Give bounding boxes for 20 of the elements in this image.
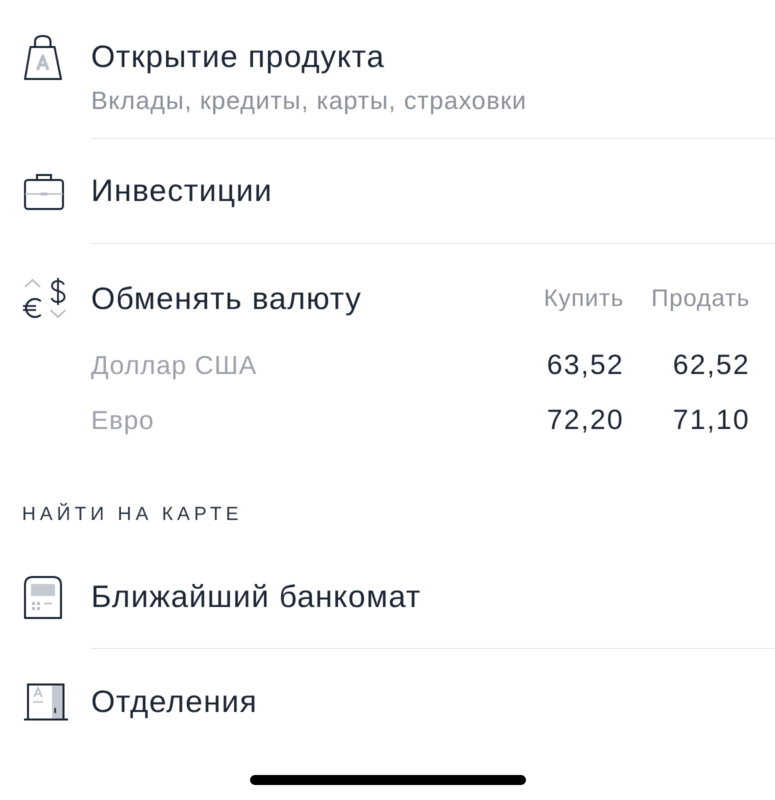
currency-name: Доллар США	[91, 350, 258, 380]
currency-name: Евро	[91, 405, 156, 435]
atm-icon	[24, 576, 62, 618]
sell-rate: 71,10	[672, 405, 750, 435]
shopping-bag-icon	[24, 34, 62, 80]
buy-rate: 63,52	[546, 350, 624, 380]
column-header: Купить	[544, 285, 624, 313]
section-header: НАЙТИ НА КАРТЕ	[22, 504, 243, 526]
menu-item-subtitle: Вклады, кредиты, карты, страховки	[91, 87, 527, 115]
briefcase-icon	[24, 172, 64, 210]
column-header: Продать	[651, 285, 750, 313]
menu-item-title[interactable]: Открытие продукта	[91, 40, 385, 74]
menu-item-title[interactable]: Отделения	[91, 685, 258, 719]
buy-rate: 72,20	[546, 405, 624, 435]
sell-rate: 62,52	[672, 350, 750, 380]
door-icon	[24, 683, 68, 721]
currency-exchange-icon	[22, 277, 68, 321]
menu-item-title[interactable]: Инвестиции	[91, 174, 272, 208]
menu-item-title[interactable]: Обменять валюту	[91, 282, 504, 316]
menu-item-title[interactable]: Ближайший банкомат	[91, 580, 422, 614]
